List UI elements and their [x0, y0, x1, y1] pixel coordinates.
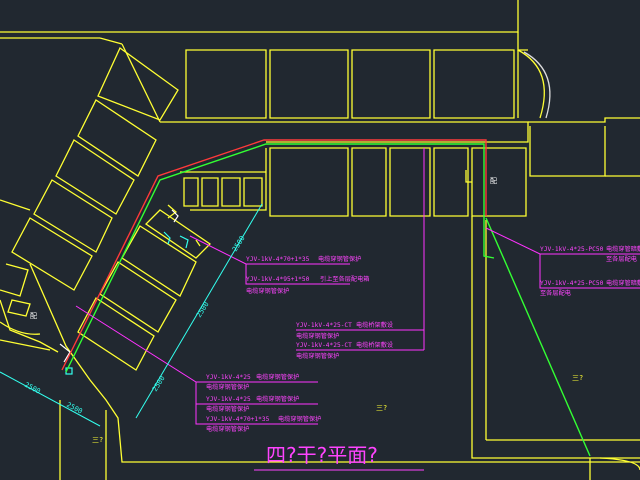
cable-b-line2: YJV-1kV-4*25-CT [296, 342, 352, 349]
cable-c-line3: YJV-1kV-4*70+1*35 [206, 416, 270, 423]
room-label-2: 配 [30, 312, 37, 320]
room-label-5: 三? [572, 374, 583, 382]
cable-a-line1: YJV-1kV-4*70+1*35 [246, 256, 310, 263]
cable-a-sub: 电缆穿钢管保护 [246, 287, 289, 295]
cable-d-line2: YJV-1kV-4*25-PC50 [540, 280, 604, 287]
drawing-title: 四?干?平面? [266, 443, 378, 467]
cable-c-sub2: 电缆穿钢管保护 [206, 405, 249, 413]
cable-c-note3: 电缆穿钢管保护 [278, 415, 321, 423]
cable-b-line1: YJV-1kV-4*25-CT [296, 322, 352, 329]
room-label-4: 三? [376, 404, 387, 412]
cable-d-note1: 电缆穿管暗敷 [606, 245, 640, 253]
cable-d-note2: 电缆穿管暗敷 [606, 279, 640, 287]
cable-a-note: 电缆穿钢管保护 [318, 255, 361, 263]
cable-c-note1: 电缆穿钢管保护 [256, 373, 299, 381]
room-label-1: 配 [490, 177, 497, 185]
cable-d-sub2: 至各层配电 [540, 289, 571, 297]
cable-c-note2: 电缆穿钢管保护 [256, 395, 299, 403]
cable-c-line2: YJV-1kV-4*25 [206, 396, 251, 403]
cable-b-note2: 电缆桥架敷设 [356, 341, 393, 349]
cable-c-sub3: 电缆穿钢管保护 [206, 425, 249, 433]
cable-b-sub2: 电缆穿钢管保护 [296, 352, 339, 360]
cable-c-sub1: 电缆穿钢管保护 [206, 383, 249, 391]
cable-a-line2: YJV-1kV-4*95+1*50 [246, 276, 310, 283]
cable-b-note1: 电缆桥架敷设 [356, 321, 393, 329]
cad-floor-plan: 2500 2500 2500 2500 2500 YJV-1kV-4*70+1*… [0, 0, 640, 480]
cable-d-line1: YJV-1kV-4*25-PC50 [540, 246, 604, 253]
room-label-3: 三? [92, 436, 103, 444]
cable-a-note2: 引上至各层配电箱 [320, 275, 370, 283]
cable-d-sub1: 至各层配电 [606, 255, 637, 263]
cable-c-line1: YJV-1kV-4*25 [206, 374, 251, 381]
cable-b-sub1: 电缆穿钢管保护 [296, 332, 339, 340]
